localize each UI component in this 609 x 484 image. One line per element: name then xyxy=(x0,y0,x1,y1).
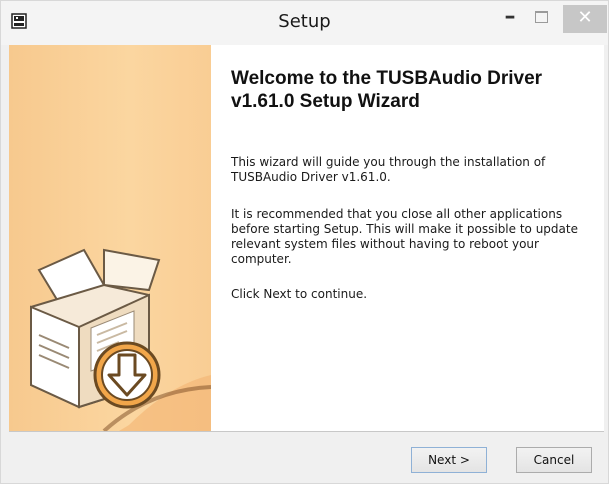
wizard-side-panel xyxy=(9,45,211,431)
cancel-button[interactable]: Cancel xyxy=(516,447,592,473)
title-bar[interactable]: Setup – ✕ xyxy=(1,1,608,45)
minimize-button[interactable]: – xyxy=(496,5,524,31)
next-button[interactable]: Next > xyxy=(411,447,487,473)
maximize-button[interactable] xyxy=(527,5,555,31)
button-bar-divider xyxy=(9,431,604,432)
wizard-heading: Welcome to the TUSBAudio Driver v1.61.0 … xyxy=(231,68,543,112)
minimize-icon: – xyxy=(504,4,516,29)
continue-instruction: Click Next to continue. xyxy=(231,287,368,301)
installer-box-download-illustration xyxy=(30,248,211,431)
intro-paragraph: This wizard will guide you through the i… xyxy=(231,155,546,184)
recommendation-paragraph: It is recommended that you close all oth… xyxy=(231,207,578,266)
wizard-content: Welcome to the TUSBAudio Driver v1.61.0 … xyxy=(9,45,604,431)
setup-window: Setup – ✕ Welcome to the TUSBAudio Drive… xyxy=(0,0,609,484)
maximize-icon xyxy=(535,11,548,23)
close-icon: ✕ xyxy=(577,7,593,28)
close-button[interactable]: ✕ xyxy=(563,5,607,33)
